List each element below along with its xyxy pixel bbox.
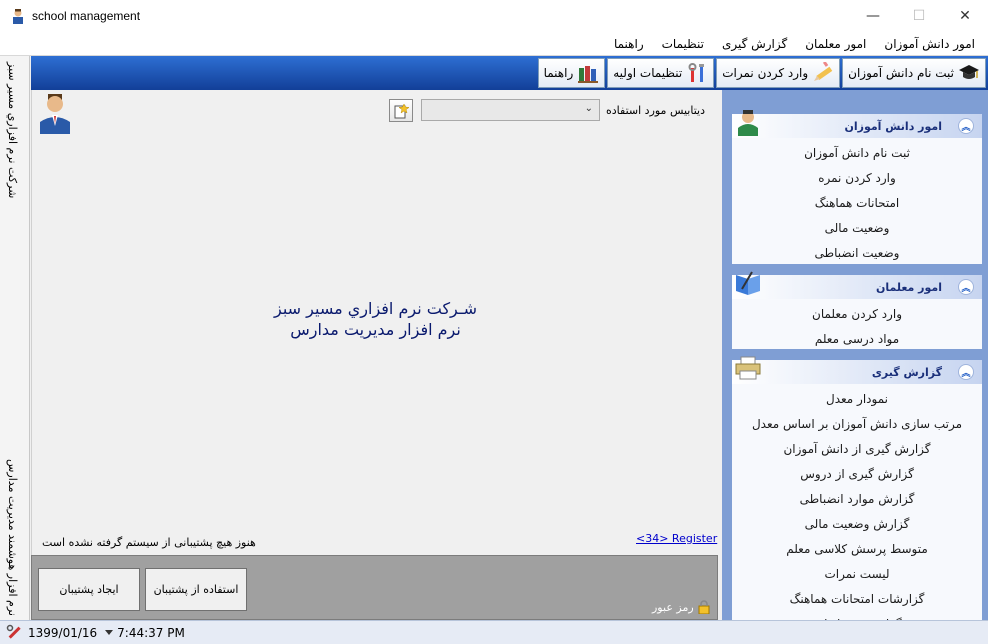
- menu-settings[interactable]: تنظیمات: [653, 37, 713, 51]
- menu-reports[interactable]: گزارش گیری: [713, 37, 796, 51]
- help-button[interactable]: راهنما: [537, 58, 606, 88]
- tools-icon: [6, 624, 21, 639]
- database-label: دیتابیس مورد استفاده: [606, 104, 705, 117]
- collapse-teachers-button[interactable]: ︽: [958, 279, 974, 295]
- menu-bar: امور دانش آموزان امور معلمان گزارش گیری …: [0, 32, 988, 56]
- register-students-label: ثبت نام دانش آموزان: [848, 66, 954, 80]
- enter-grades-button[interactable]: وارد کردن نمرات: [716, 58, 841, 88]
- window-title: school management: [32, 9, 141, 23]
- sidebar-item-course-report[interactable]: گزارش گیری از دروس: [732, 461, 982, 486]
- add-database-button[interactable]: [389, 99, 413, 122]
- teachers-group-title: امور معلمان: [875, 280, 942, 294]
- printer-icon: [735, 356, 761, 380]
- teachers-group-header[interactable]: امور معلمان ︽: [732, 271, 982, 299]
- sidebar-item-discipline-report[interactable]: گزارش موارد انضباطی: [732, 486, 982, 511]
- books-icon: [578, 66, 599, 83]
- sidebar-item-coordinated-exam-reports[interactable]: گزارشات امتحانات هماهنگ: [732, 586, 982, 611]
- create-backup-button[interactable]: ایجاد پشتیبان: [38, 568, 140, 611]
- sidebar-item-coordinated-exams[interactable]: امتحانات هماهنگ: [732, 190, 982, 215]
- sidebar-item-enter-teachers[interactable]: وارد کردن معلمان: [732, 301, 982, 326]
- company-vertical-text: شرکت نرم افزاري مسير سبز: [6, 62, 19, 199]
- tools-icon: [688, 63, 705, 82]
- collapse-students-button[interactable]: ︽: [958, 118, 974, 134]
- sidebar-item-teacher-subjects[interactable]: مواد درسی معلم: [732, 326, 982, 351]
- enter-grades-label: وارد کردن نمرات: [722, 66, 809, 80]
- students-group-title: امور دانش آموزان: [844, 119, 942, 133]
- chevron-down-icon: ⌄: [584, 103, 593, 114]
- sidebar-item-sort-by-gpa[interactable]: مرتب سازی دانش آموزان بر اساس معدل: [732, 411, 982, 436]
- menu-help[interactable]: راهنما: [605, 37, 653, 51]
- status-bar: 1399/01/16 7:44:37 PM: [0, 620, 988, 644]
- initial-settings-label: تنظیمات اولیه: [613, 66, 683, 80]
- students-group: امور دانش آموزان ︽ ثبت نام دانش آموزان و…: [732, 110, 982, 265]
- teacher-book-icon: [736, 271, 760, 295]
- main-content: دیتابیس مورد استفاده ⌄ شـركت نرم افزاري …: [31, 90, 718, 555]
- sidebar-item-financial-status[interactable]: وضعیت مالی: [732, 215, 982, 240]
- students-group-header[interactable]: امور دانش آموزان ︽: [732, 110, 982, 138]
- collapse-reports-button[interactable]: ︽: [958, 364, 974, 380]
- minimize-button[interactable]: —: [850, 0, 896, 32]
- status-time: 7:44:37 PM: [117, 625, 185, 640]
- left-side-strip: شرکت نرم افزاري مسير سبز نرم افزار هوشمن…: [0, 56, 30, 620]
- product-vertical-text: نرم افزار هوشمند مدیریت مدارس: [6, 459, 19, 616]
- toolbar: ثبت نام دانش آموزان وارد کردن نمرات تنظی…: [31, 56, 988, 90]
- user-avatar-icon: [40, 94, 70, 134]
- register-students-button[interactable]: ثبت نام دانش آموزان: [842, 58, 986, 88]
- close-button[interactable]: ✕: [942, 0, 988, 32]
- sidebar-item-enter-grade[interactable]: وارد کردن نمره: [732, 165, 982, 190]
- product-name: نرم افزار مديريت مدارس: [290, 320, 461, 339]
- password-label: رمز عبور: [652, 600, 694, 614]
- task-sidebar: امور دانش آموزان ︽ ثبت نام دانش آموزان و…: [722, 90, 988, 620]
- sidebar-item-student-report[interactable]: گزارش گیری از دانش آموزان: [732, 436, 982, 461]
- student-icon: [738, 110, 758, 136]
- register-link[interactable]: <34> Register: [636, 532, 717, 545]
- use-backup-button[interactable]: استفاده از پشتیبان: [145, 568, 247, 611]
- password-link[interactable]: رمز عبور: [652, 600, 711, 614]
- title-bar: school management — ☐ ✕: [0, 0, 988, 32]
- sidebar-item-discipline-status[interactable]: وضعیت انضباطی: [732, 240, 982, 265]
- reports-group: گزارش گیری ︽ نمودار معدل مرتب سازی دانش …: [732, 356, 982, 621]
- sidebar-item-grade-list[interactable]: لیست نمرات: [732, 561, 982, 586]
- sidebar-item-financial-report[interactable]: گزارش وضعیت مالی: [732, 511, 982, 536]
- database-select[interactable]: ⌄: [421, 99, 600, 121]
- app-icon: [13, 9, 23, 24]
- sidebar-item-register-students[interactable]: ثبت نام دانش آموزان: [732, 140, 982, 165]
- company-name: شـركت نرم افزاري مسير سبز: [274, 299, 477, 318]
- teachers-group: امور معلمان ︽ وارد کردن معلمان مواد درسی…: [732, 271, 982, 351]
- menu-students[interactable]: امور دانش آموزان: [875, 37, 984, 51]
- initial-settings-button[interactable]: تنظیمات اولیه: [607, 58, 715, 88]
- new-document-icon: [394, 102, 409, 118]
- backup-panel: ایجاد پشتیبان استفاده از پشتیبان رمز عبو…: [31, 555, 718, 620]
- sidebar-item-gpa-chart[interactable]: نمودار معدل: [732, 386, 982, 411]
- lock-icon: [698, 600, 710, 614]
- caret-down-icon[interactable]: [105, 629, 114, 636]
- reports-group-title: گزارش گیری: [871, 365, 942, 379]
- splash-text: شـركت نرم افزاري مسير سبز نرم افزار مدير…: [32, 298, 719, 340]
- graduation-cap-icon: [959, 65, 979, 79]
- backup-status-message: هنوز هیچ پشتیبانی از سیستم گرفته نشده اس…: [42, 536, 256, 549]
- menu-teachers[interactable]: امور معلمان: [796, 37, 875, 51]
- help-label: راهنما: [543, 66, 574, 80]
- maximize-button[interactable]: ☐: [896, 0, 942, 32]
- sidebar-item-teacher-quiz-average[interactable]: متوسط پرسش کلاسی معلم: [732, 536, 982, 561]
- reports-group-header[interactable]: گزارش گیری ︽: [732, 356, 982, 384]
- status-date: 1399/01/16: [28, 625, 98, 640]
- pencil-icon: [814, 62, 833, 81]
- sidebar-item-family-report[interactable]: گزارش به خانواده: [732, 611, 982, 621]
